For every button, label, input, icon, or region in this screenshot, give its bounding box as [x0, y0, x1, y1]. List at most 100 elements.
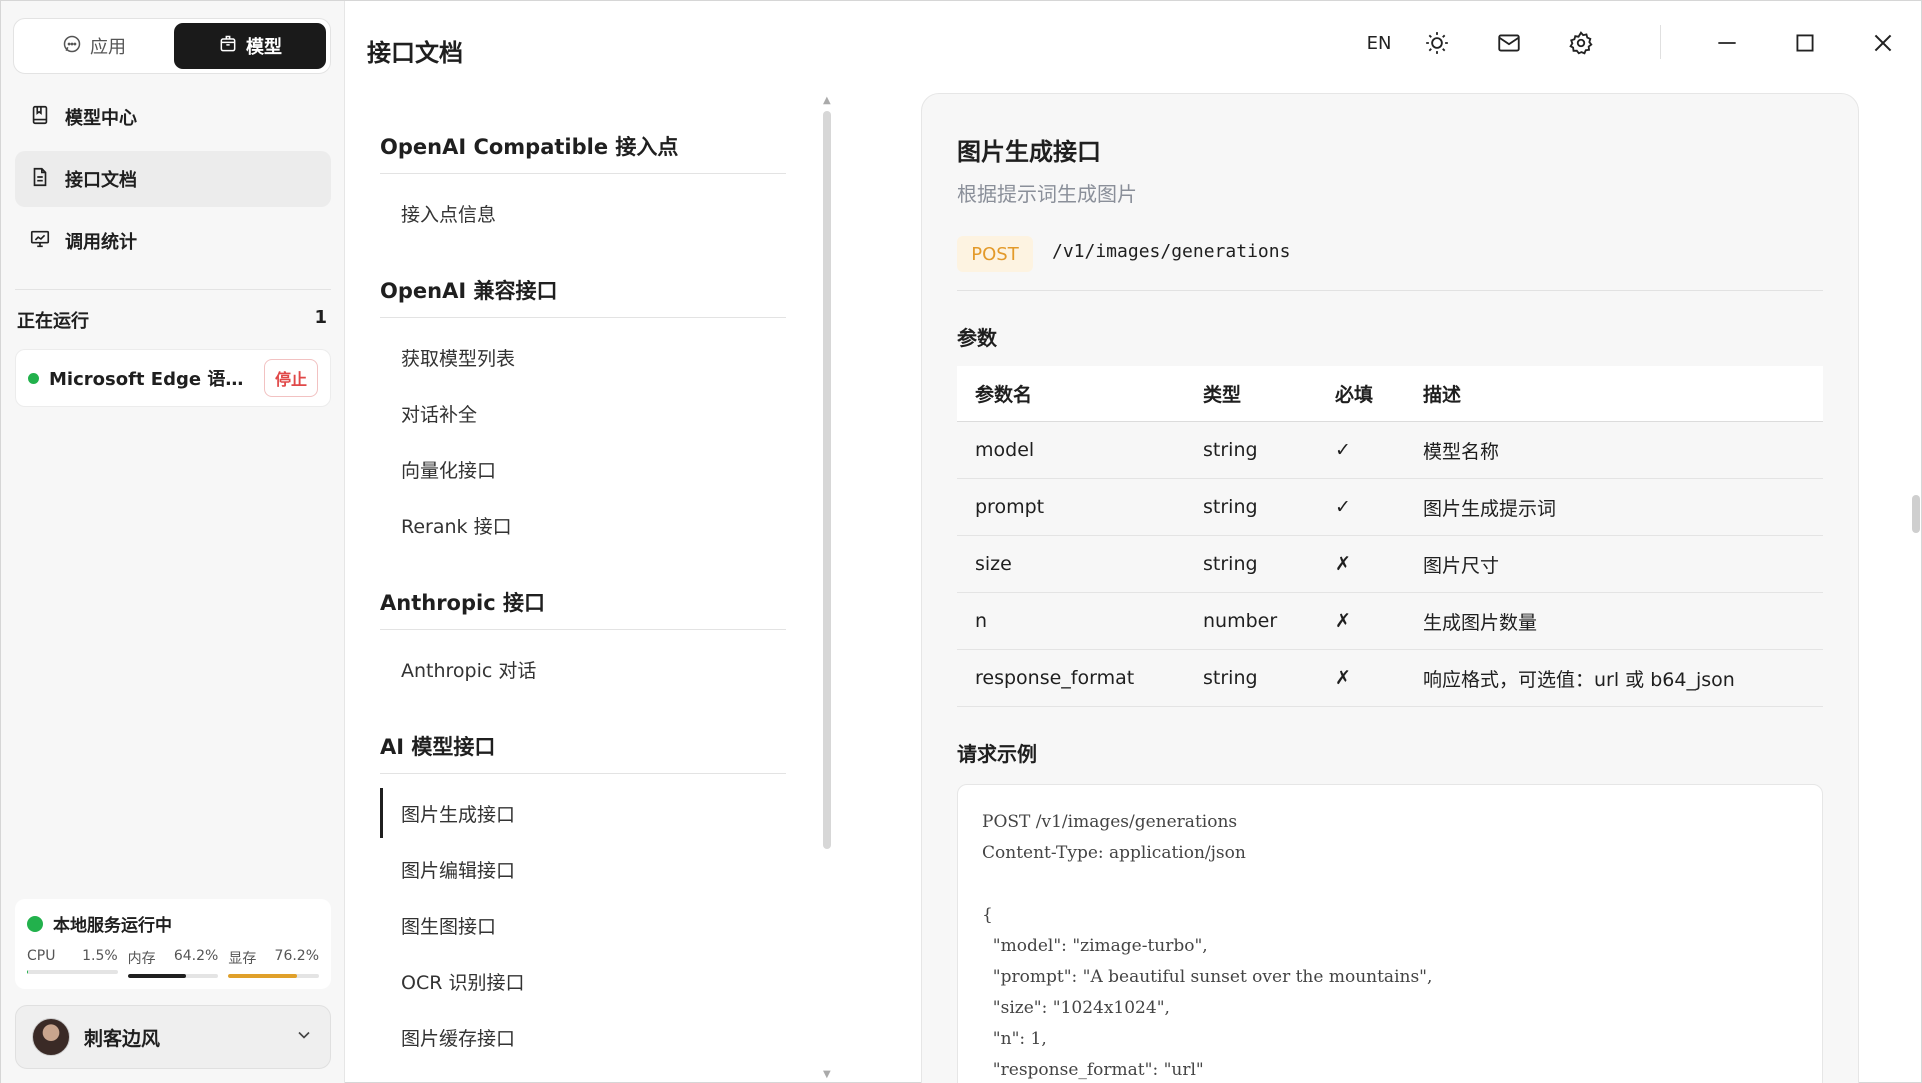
- toc-item-image-edit[interactable]: 图片编辑接口: [401, 856, 515, 883]
- endpoint-title: 图片生成接口: [957, 138, 1101, 166]
- code-line: POST /v1/images/generations: [982, 812, 1238, 832]
- toc-active-indicator: [380, 788, 383, 838]
- param-type: string: [1203, 439, 1258, 461]
- toc-scroll-up-icon[interactable]: ▲: [823, 95, 831, 106]
- stop-button[interactable]: 停止: [263, 359, 318, 397]
- column-header: 必填: [1335, 384, 1374, 406]
- language-toggle[interactable]: EN: [1363, 27, 1395, 59]
- service-status-label: 本地服务运行中: [53, 916, 172, 936]
- bookmark-book-icon: [29, 104, 51, 131]
- header-separator: [1660, 25, 1661, 59]
- metric-value: 64.2%: [173, 948, 219, 964]
- param-desc: 模型名称: [1423, 440, 1500, 463]
- toc-group-title: Anthropic 接口: [380, 587, 786, 630]
- code-line: Content-Type: application/json: [982, 843, 1246, 863]
- toc-item-image-to-image[interactable]: 图生图接口: [401, 912, 496, 939]
- table-row: response_format string ✗ 响应格式，可选值：url 或 …: [957, 650, 1823, 707]
- nav-model-center[interactable]: 模型中心: [15, 89, 331, 145]
- toc-scroll-down-icon[interactable]: ▼: [823, 1069, 831, 1080]
- metric-fill: [228, 974, 298, 978]
- code-line: "size": "1024x1024",: [982, 998, 1170, 1018]
- param-required: ✗: [1335, 667, 1351, 689]
- toc-item-image-generation[interactable]: 图片生成接口: [401, 800, 515, 827]
- toc-item-model-list[interactable]: 获取模型列表: [401, 344, 515, 371]
- param-required: ✗: [1335, 610, 1351, 632]
- content-divider: [957, 290, 1823, 291]
- metric-cpu: CPU 1.5%: [27, 948, 118, 978]
- presentation-chart-icon: [29, 228, 51, 255]
- sidebar-divider: [15, 289, 331, 290]
- code-line: "response_format": "url": [982, 1060, 1204, 1080]
- metric-bar: [127, 974, 219, 978]
- metric-label: CPU: [27, 948, 56, 964]
- code-line: {: [982, 905, 993, 925]
- header: 接口文档 EN: [345, 1, 1922, 93]
- metric-fill: [27, 970, 29, 974]
- table-row: n number ✗ 生成图片数量: [957, 593, 1823, 650]
- chat-bubble-icon: [62, 34, 82, 59]
- code-line: "prompt": "A beautiful sunset over the m…: [982, 967, 1433, 987]
- mail-icon[interactable]: [1493, 27, 1525, 59]
- user-name: 刺客边风: [84, 1027, 161, 1050]
- toc-item-ocr[interactable]: OCR 识别接口: [401, 968, 524, 995]
- segment-models[interactable]: 模型: [174, 23, 326, 69]
- user-menu[interactable]: 刺客边风: [15, 1005, 331, 1069]
- metric-label: 显存: [228, 951, 257, 967]
- nav-call-stats[interactable]: 调用统计: [15, 213, 331, 269]
- param-type: string: [1203, 496, 1258, 518]
- metric-label: 内存: [127, 951, 156, 967]
- nav-label: 模型中心: [65, 108, 137, 129]
- metric-bar: [27, 970, 118, 974]
- running-model-card[interactable]: Microsoft Edge 语音... 停止: [15, 349, 331, 407]
- running-header: 正在运行 1: [17, 307, 327, 333]
- box-icon: [218, 34, 238, 59]
- params-heading: 参数: [957, 326, 997, 350]
- segment-apps-label: 应用: [90, 37, 126, 58]
- toc-scrollbar[interactable]: [823, 111, 831, 849]
- maximize-icon[interactable]: [1789, 27, 1821, 59]
- toc-group-title: AI 模型接口: [380, 731, 786, 774]
- table-row: prompt string ✓ 图片生成提示词: [957, 479, 1823, 536]
- minimize-icon[interactable]: [1711, 27, 1743, 59]
- param-required: ✓: [1335, 496, 1351, 518]
- param-type: string: [1203, 667, 1258, 689]
- toc-item-anthropic-chat[interactable]: Anthropic 对话: [401, 656, 536, 683]
- toc-group-title: OpenAI Compatible 接入点: [380, 131, 786, 174]
- metric-value: 76.2%: [274, 948, 320, 964]
- toc-item-chat-completion[interactable]: 对话补全: [401, 400, 477, 427]
- param-name: prompt: [975, 496, 1045, 518]
- table-row: model string ✓ 模型名称: [957, 422, 1823, 479]
- table-header-row: 参数名 类型 必填 描述: [957, 366, 1823, 422]
- code-line: "n": 1,: [982, 1029, 1047, 1049]
- param-name: model: [975, 439, 1035, 461]
- param-required: ✗: [1335, 553, 1351, 575]
- param-desc: 生成图片数量: [1423, 611, 1538, 634]
- close-icon[interactable]: [1867, 27, 1899, 59]
- sun-icon[interactable]: [1421, 27, 1453, 59]
- toc-group-title: OpenAI 兼容接口: [380, 275, 786, 318]
- segment-apps[interactable]: 应用: [18, 23, 170, 69]
- nav-label: 接口文档: [65, 170, 137, 191]
- metric-bar: [228, 974, 320, 978]
- table-row: size string ✗ 图片尺寸: [957, 536, 1823, 593]
- param-desc: 图片尺寸: [1423, 554, 1500, 577]
- service-status-title: 本地服务运行中: [27, 911, 319, 936]
- param-desc: 响应格式，可选值：url 或 b64_json: [1423, 668, 1735, 691]
- toc-item-image-cache[interactable]: 图片缓存接口: [401, 1024, 515, 1051]
- content-scrollbar[interactable]: [1912, 495, 1920, 533]
- service-status-card: 本地服务运行中 CPU 1.5% 内存 64.2% 显存 76.2%: [15, 899, 331, 989]
- avatar: [32, 1018, 70, 1056]
- column-header: 描述: [1423, 384, 1462, 406]
- toc-item-embeddings[interactable]: 向量化接口: [401, 456, 496, 483]
- metric-vram: 显存 76.2%: [228, 948, 320, 978]
- mode-switch: 应用 模型: [13, 18, 331, 74]
- toc-item-endpoint-info[interactable]: 接入点信息: [401, 200, 496, 227]
- param-required: ✓: [1335, 439, 1351, 461]
- nav-api-docs[interactable]: 接口文档: [15, 151, 331, 207]
- toc-item-rerank[interactable]: Rerank 接口: [401, 512, 512, 539]
- param-desc: 图片生成提示词: [1423, 497, 1557, 520]
- running-model-name: Microsoft Edge 语音...: [49, 369, 254, 390]
- http-method-badge: POST: [957, 236, 1033, 272]
- gear-icon[interactable]: [1565, 27, 1597, 59]
